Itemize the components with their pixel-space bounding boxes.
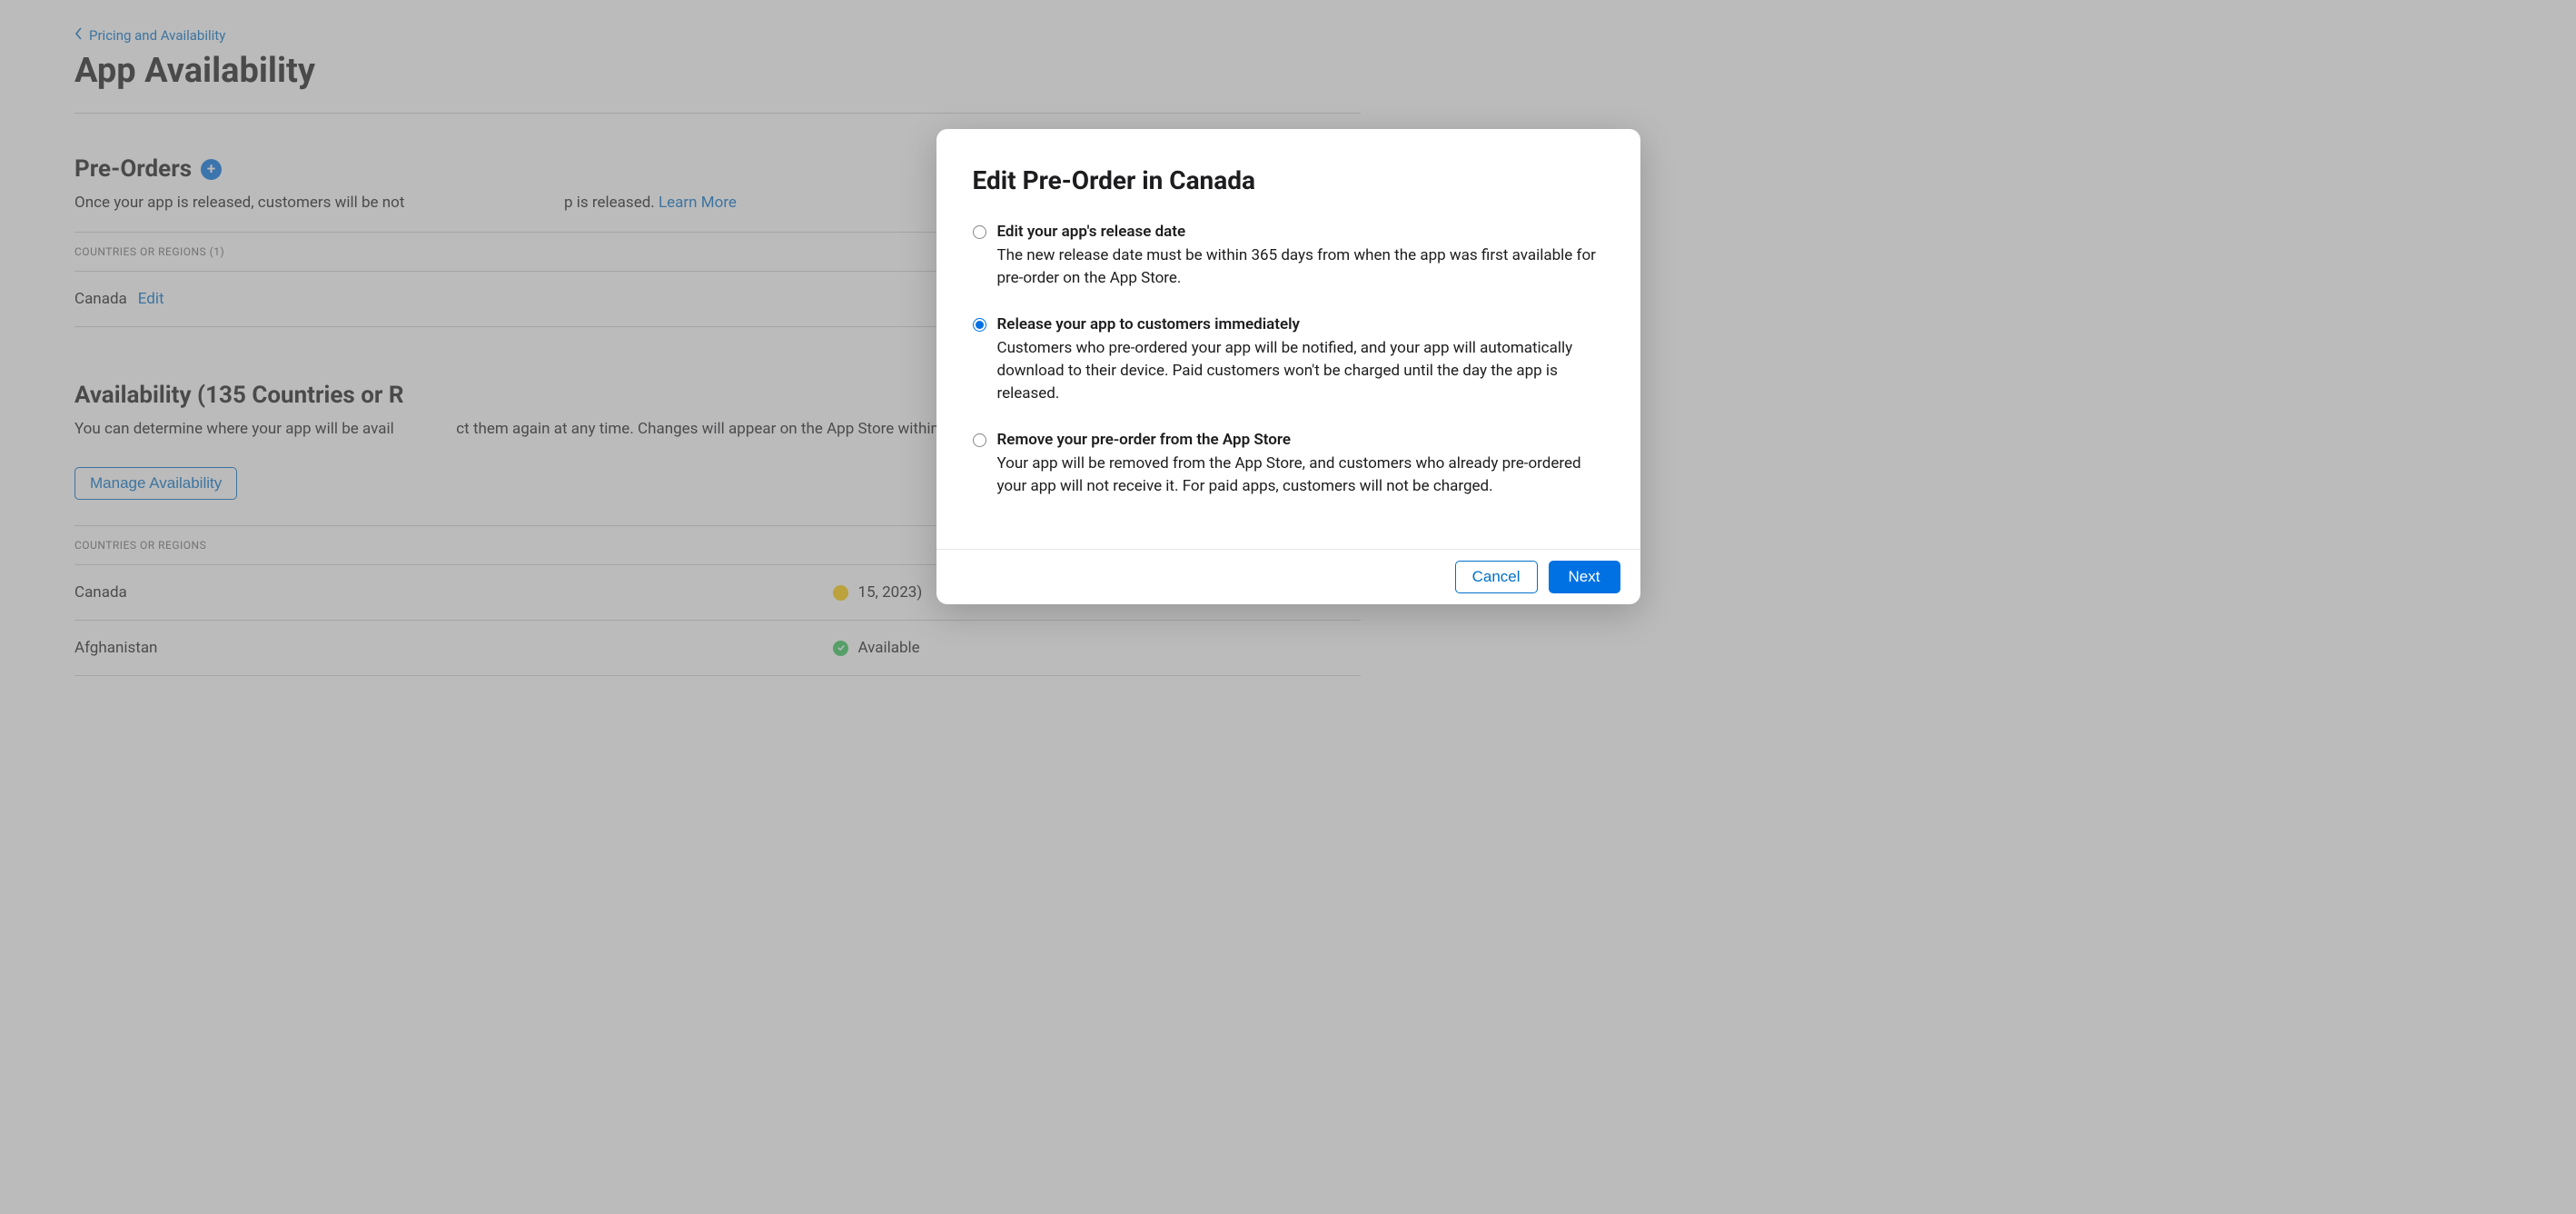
radio-icon[interactable] — [973, 433, 986, 447]
option-label: Edit your app's release date — [997, 223, 1604, 241]
radio-option-edit-date[interactable]: Edit your app's release date The new rel… — [973, 223, 1604, 290]
next-button[interactable]: Next — [1549, 561, 1620, 593]
modal-title: Edit Pre-Order in Canada — [973, 165, 1604, 195]
modal-overlay[interactable]: Edit Pre-Order in Canada Edit your app's… — [0, 0, 2576, 1214]
cancel-button[interactable]: Cancel — [1455, 561, 1538, 593]
edit-preorder-modal: Edit Pre-Order in Canada Edit your app's… — [936, 129, 1640, 604]
option-desc: Your app will be removed from the App St… — [997, 453, 1604, 498]
option-desc: The new release date must be within 365 … — [997, 244, 1604, 290]
radio-option-remove[interactable]: Remove your pre-order from the App Store… — [973, 431, 1604, 498]
modal-footer: Cancel Next — [936, 549, 1640, 604]
radio-icon[interactable] — [973, 225, 986, 239]
option-label: Remove your pre-order from the App Store — [997, 431, 1604, 449]
radio-option-release-now[interactable]: Release your app to customers immediatel… — [973, 315, 1604, 405]
radio-icon[interactable] — [973, 318, 986, 332]
option-desc: Customers who pre-ordered your app will … — [997, 337, 1604, 405]
option-label: Release your app to customers immediatel… — [997, 315, 1604, 333]
